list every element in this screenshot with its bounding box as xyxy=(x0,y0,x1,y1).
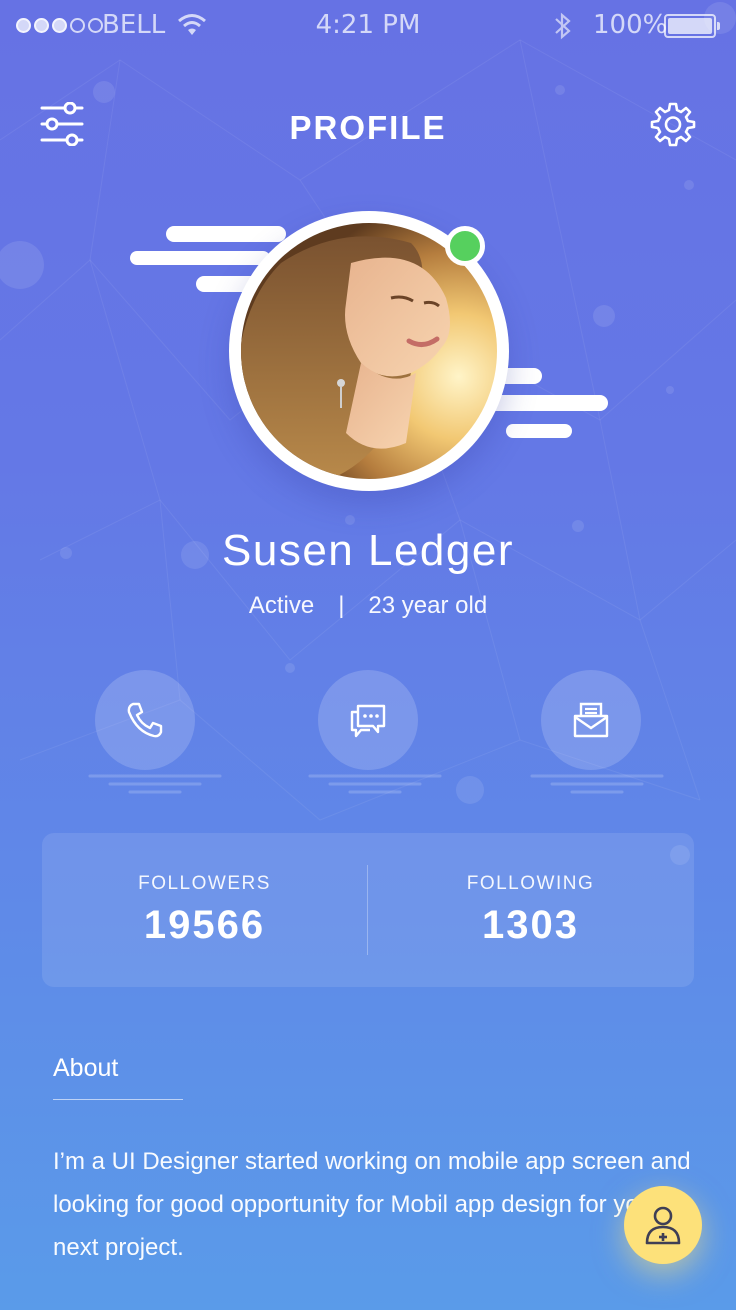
message-button[interactable] xyxy=(318,670,418,770)
about-heading: About xyxy=(53,1054,119,1082)
profile-age: 23 year old xyxy=(368,592,488,619)
followers-count: 19566 xyxy=(143,903,266,947)
stats-card: FOLLOWERS 19566 FOLLOWING 1303 xyxy=(42,833,694,987)
following-stat[interactable]: FOLLOWING 1303 xyxy=(368,873,693,948)
profile-name: Susen Ledger xyxy=(222,526,514,575)
battery-icon xyxy=(664,14,720,38)
background-network xyxy=(0,2,736,865)
about-underline xyxy=(53,1099,183,1100)
about-text: I’m a UI Designer started working on mob… xyxy=(53,1148,691,1261)
following-count: 1303 xyxy=(482,903,579,947)
mail-icon xyxy=(573,702,609,738)
online-status-dot xyxy=(445,226,485,266)
profile-meta: Active | 23 year old xyxy=(0,592,736,620)
profile-status: Active xyxy=(248,592,315,619)
chat-icon xyxy=(350,704,386,738)
meta-separator: | xyxy=(338,592,345,619)
status-bar: BELL 4:21 PM 100% xyxy=(0,0,736,56)
battery-percentage: 100% xyxy=(593,10,668,40)
button-reflection xyxy=(88,774,222,794)
followers-stat[interactable]: FOLLOWERS 19566 xyxy=(42,873,367,948)
button-reflection xyxy=(308,774,442,794)
following-label: FOLLOWING xyxy=(466,873,595,894)
email-button[interactable] xyxy=(541,670,641,770)
add-user-icon xyxy=(645,1206,681,1245)
gear-icon[interactable] xyxy=(650,101,696,147)
add-contact-button[interactable] xyxy=(624,1186,702,1264)
call-button[interactable] xyxy=(95,670,195,770)
page-title: PROFILE xyxy=(289,109,447,146)
phone-icon xyxy=(127,702,163,738)
button-reflection xyxy=(530,774,664,794)
followers-label: FOLLOWERS xyxy=(138,873,271,894)
bluetooth-icon xyxy=(555,12,571,40)
